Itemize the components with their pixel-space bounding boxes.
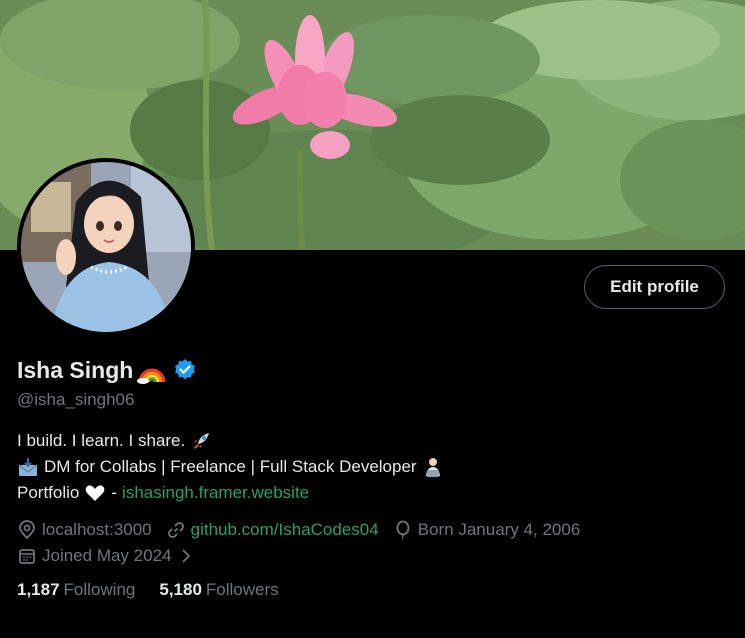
profile-bio: I build. I learn. I share. DM for Collab… [17,428,444,506]
rocket-icon [190,430,212,452]
developer-icon [422,456,444,478]
following-label: Following [63,580,136,599]
bio-portfolio-label: Portfolio [17,483,80,502]
profile-handle: @isha_singh06 [17,390,135,409]
calendar-icon [17,546,37,566]
birthday-text: Born January 4, 2006 [417,520,581,539]
avatar[interactable] [17,158,195,336]
following-link[interactable]: 1,187 Following [17,580,135,600]
balloon-icon [393,520,413,540]
followers-label: Followers [205,580,279,599]
heart-icon [84,482,106,504]
website-link[interactable]: github.com/IshaCodes04 [191,517,379,543]
chevron-right-icon [176,546,196,566]
location-icon [17,520,37,540]
link-icon [166,520,186,540]
meta-joined[interactable]: Joined May 2024 [17,543,196,569]
edit-profile-button[interactable]: Edit profile [584,265,725,309]
verified-icon[interactable] [173,358,197,382]
profile-name: Isha Singh [17,356,134,383]
bio-line-3: Portfolio - ishasingh.framer.website [17,480,444,506]
avatar-image [21,162,191,332]
rainbow-icon [137,356,167,384]
meta-birthday: Born January 4, 2006 [393,517,581,543]
follow-stats: 1,187 Following 5,180 Followers [17,580,279,600]
bio-line-2: DM for Collabs | Freelance | Full Stack … [17,454,444,480]
meta-row-1: localhost:3000 github.com/IshaCodes04 Bo… [17,517,580,543]
followers-count: 5,180 [159,580,202,599]
bio-text-1: I build. I learn. I share. [17,431,186,450]
joined-text: Joined May 2024 [42,546,172,565]
following-count: 1,187 [17,580,60,599]
inbox-icon [17,456,39,478]
profile-name-row: Isha Singh [17,354,197,386]
bio-dash: - [111,483,118,502]
bio-line-1: I build. I learn. I share. [17,428,444,454]
profile-meta: localhost:3000 github.com/IshaCodes04 Bo… [17,517,580,569]
location-text: localhost:3000 [42,520,152,539]
meta-location: localhost:3000 [17,517,152,543]
bio-text-2: DM for Collabs | Freelance | Full Stack … [44,457,417,476]
followers-link[interactable]: 5,180 Followers [159,580,278,600]
meta-row-2: Joined May 2024 [17,543,580,569]
meta-website[interactable]: github.com/IshaCodes04 [166,517,379,543]
portfolio-link[interactable]: ishasingh.framer.website [122,480,309,506]
